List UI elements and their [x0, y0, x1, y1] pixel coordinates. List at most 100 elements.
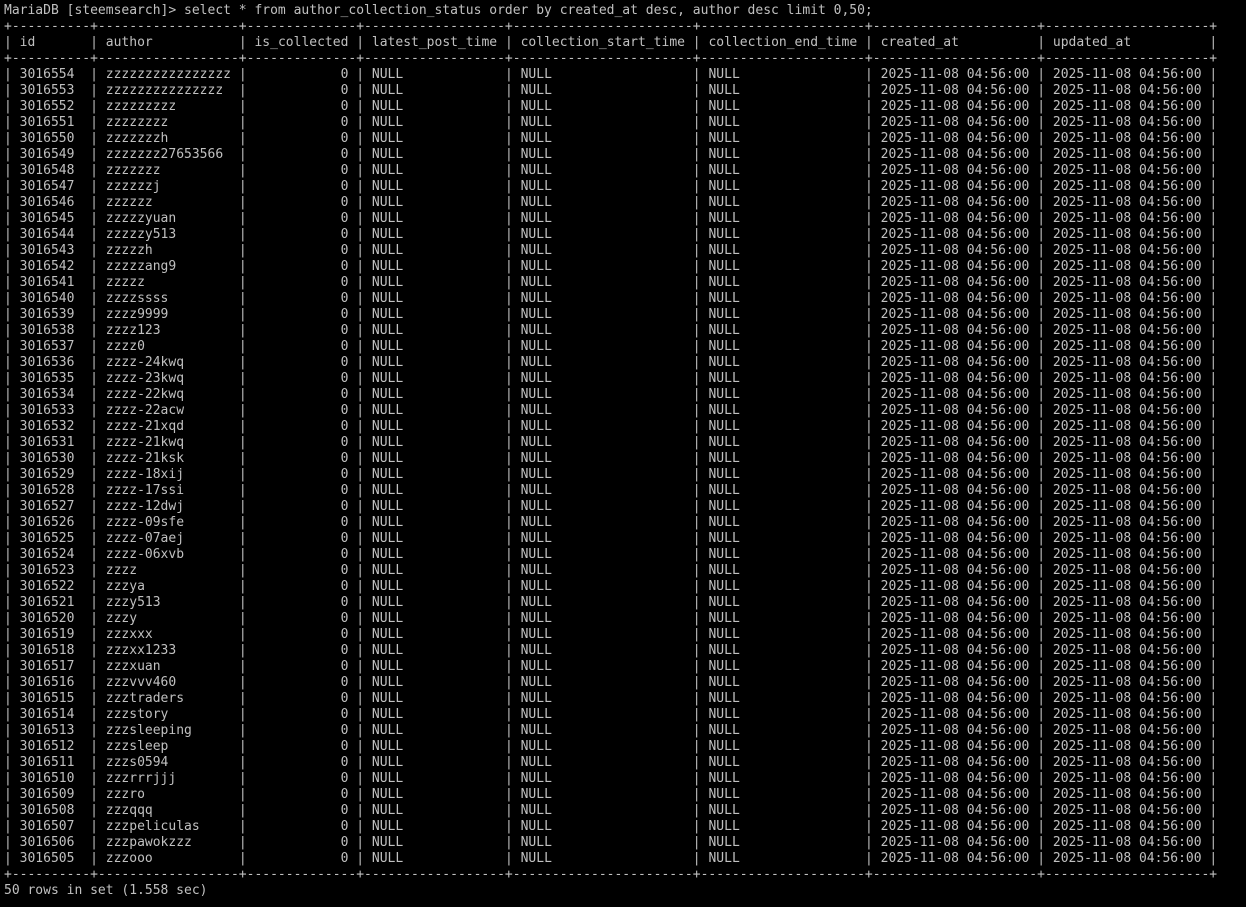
- cell-created-at: 2025-11-08 04:56:00: [880, 611, 1030, 626]
- cell-is-collected: 0: [254, 643, 349, 658]
- cell-latest-post-time: NULL: [371, 627, 498, 642]
- table-row: | 3016538 | zzzz123 | 0 | NULL | NULL | …: [4, 323, 1218, 338]
- column-header-is-collected: is_collected: [254, 35, 349, 50]
- cell-latest-post-time: NULL: [371, 611, 498, 626]
- cell-id: 3016510: [19, 771, 83, 786]
- cell-collection-end-time: NULL: [708, 435, 858, 450]
- cell-collection-start-time: NULL: [520, 147, 685, 162]
- cell-created-at: 2025-11-08 04:56:00: [880, 707, 1030, 722]
- table-row: | 3016551 | zzzzzzzz | 0 | NULL | NULL |…: [4, 115, 1218, 130]
- table-row: | 3016546 | zzzzzz | 0 | NULL | NULL | N…: [4, 195, 1218, 210]
- cell-is-collected: 0: [254, 595, 349, 610]
- cell-id: 3016549: [19, 147, 83, 162]
- cell-id: 3016554: [19, 67, 83, 82]
- cell-is-collected: 0: [254, 675, 349, 690]
- cell-collection-end-time: NULL: [708, 835, 858, 850]
- cell-author: zzzzzzz27653566: [105, 147, 231, 162]
- cell-created-at: 2025-11-08 04:56:00: [880, 227, 1030, 242]
- cell-collection-end-time: NULL: [708, 627, 858, 642]
- cell-id: 3016551: [19, 115, 83, 130]
- cell-updated-at: 2025-11-08 04:56:00: [1052, 851, 1202, 866]
- cell-collection-start-time: NULL: [520, 275, 685, 290]
- cell-collection-end-time: NULL: [708, 323, 858, 338]
- cell-author: zzzzzy513: [105, 227, 231, 242]
- cell-latest-post-time: NULL: [371, 579, 498, 594]
- table-row: | 3016517 | zzzxuan | 0 | NULL | NULL | …: [4, 659, 1218, 674]
- cell-collection-start-time: NULL: [520, 755, 685, 770]
- cell-collection-start-time: NULL: [520, 787, 685, 802]
- cell-updated-at: 2025-11-08 04:56:00: [1052, 467, 1202, 482]
- cell-collection-start-time: NULL: [520, 643, 685, 658]
- cell-collection-end-time: NULL: [708, 595, 858, 610]
- cell-collection-start-time: NULL: [520, 707, 685, 722]
- cell-author: zzzxuan: [105, 659, 231, 674]
- cell-updated-at: 2025-11-08 04:56:00: [1052, 435, 1202, 450]
- cell-id: 3016531: [19, 435, 83, 450]
- cell-is-collected: 0: [254, 707, 349, 722]
- cell-latest-post-time: NULL: [371, 243, 498, 258]
- cell-id: 3016533: [19, 403, 83, 418]
- cell-created-at: 2025-11-08 04:56:00: [880, 771, 1030, 786]
- cell-collection-end-time: NULL: [708, 531, 858, 546]
- cell-id: 3016524: [19, 547, 83, 562]
- cell-created-at: 2025-11-08 04:56:00: [880, 835, 1030, 850]
- table-row: | 3016533 | zzzz-22acw | 0 | NULL | NULL…: [4, 403, 1218, 418]
- cell-updated-at: 2025-11-08 04:56:00: [1052, 659, 1202, 674]
- cell-author: zzzro: [105, 787, 231, 802]
- cell-updated-at: 2025-11-08 04:56:00: [1052, 515, 1202, 530]
- cell-id: 3016514: [19, 707, 83, 722]
- cell-collection-start-time: NULL: [520, 483, 685, 498]
- cell-author: zzzz9999: [105, 307, 231, 322]
- terminal-window[interactable]: MariaDB [steemsearch]> select * from aut…: [0, 0, 1246, 907]
- cell-created-at: 2025-11-08 04:56:00: [880, 355, 1030, 370]
- table-body: | 3016554 | zzzzzzzzzzzzzzzz | 0 | NULL …: [4, 67, 1246, 867]
- cell-is-collected: 0: [254, 691, 349, 706]
- table-row: | 3016524 | zzzz-06xvb | 0 | NULL | NULL…: [4, 547, 1218, 562]
- cell-is-collected: 0: [254, 739, 349, 754]
- table-row: | 3016548 | zzzzzzz | 0 | NULL | NULL | …: [4, 163, 1218, 178]
- cell-created-at: 2025-11-08 04:56:00: [880, 499, 1030, 514]
- table-row: | 3016508 | zzzqqq | 0 | NULL | NULL | N…: [4, 803, 1218, 818]
- cell-collection-start-time: NULL: [520, 595, 685, 610]
- cell-updated-at: 2025-11-08 04:56:00: [1052, 371, 1202, 386]
- cell-created-at: 2025-11-08 04:56:00: [880, 579, 1030, 594]
- table-row: | 3016547 | zzzzzzj | 0 | NULL | NULL | …: [4, 179, 1218, 194]
- cell-created-at: 2025-11-08 04:56:00: [880, 371, 1030, 386]
- cell-updated-at: 2025-11-08 04:56:00: [1052, 179, 1202, 194]
- cell-collection-end-time: NULL: [708, 499, 858, 514]
- cell-collection-end-time: NULL: [708, 803, 858, 818]
- table-row: | 3016510 | zzzrrrjjj | 0 | NULL | NULL …: [4, 771, 1218, 786]
- cell-author: zzzzzzj: [105, 179, 231, 194]
- cell-id: 3016506: [19, 835, 83, 850]
- cell-collection-start-time: NULL: [520, 675, 685, 690]
- cell-collection-end-time: NULL: [708, 259, 858, 274]
- cell-author: zzzxx1233: [105, 643, 231, 658]
- cell-id: 3016505: [19, 851, 83, 866]
- cell-latest-post-time: NULL: [371, 851, 498, 866]
- cell-updated-at: 2025-11-08 04:56:00: [1052, 291, 1202, 306]
- cell-collection-end-time: NULL: [708, 211, 858, 226]
- cell-latest-post-time: NULL: [371, 659, 498, 674]
- cell-collection-start-time: NULL: [520, 579, 685, 594]
- table-row: | 3016539 | zzzz9999 | 0 | NULL | NULL |…: [4, 307, 1218, 322]
- cell-created-at: 2025-11-08 04:56:00: [880, 563, 1030, 578]
- cell-updated-at: 2025-11-08 04:56:00: [1052, 819, 1202, 834]
- cell-created-at: 2025-11-08 04:56:00: [880, 627, 1030, 642]
- cell-id: 3016527: [19, 499, 83, 514]
- table-row: | 3016537 | zzzz0 | 0 | NULL | NULL | NU…: [4, 339, 1218, 354]
- cell-is-collected: 0: [254, 419, 349, 434]
- cell-id: 3016523: [19, 563, 83, 578]
- cell-latest-post-time: NULL: [371, 595, 498, 610]
- cell-is-collected: 0: [254, 483, 349, 498]
- cell-author: zzzz-18xij: [105, 467, 231, 482]
- cell-collection-end-time: NULL: [708, 163, 858, 178]
- cell-collection-start-time: NULL: [520, 99, 685, 114]
- cell-is-collected: 0: [254, 835, 349, 850]
- cell-id: 3016517: [19, 659, 83, 674]
- cell-created-at: 2025-11-08 04:56:00: [880, 851, 1030, 866]
- cell-created-at: 2025-11-08 04:56:00: [880, 387, 1030, 402]
- cell-updated-at: 2025-11-08 04:56:00: [1052, 387, 1202, 402]
- cell-latest-post-time: NULL: [371, 163, 498, 178]
- cell-created-at: 2025-11-08 04:56:00: [880, 483, 1030, 498]
- table-row: | 3016513 | zzzsleeping | 0 | NULL | NUL…: [4, 723, 1218, 738]
